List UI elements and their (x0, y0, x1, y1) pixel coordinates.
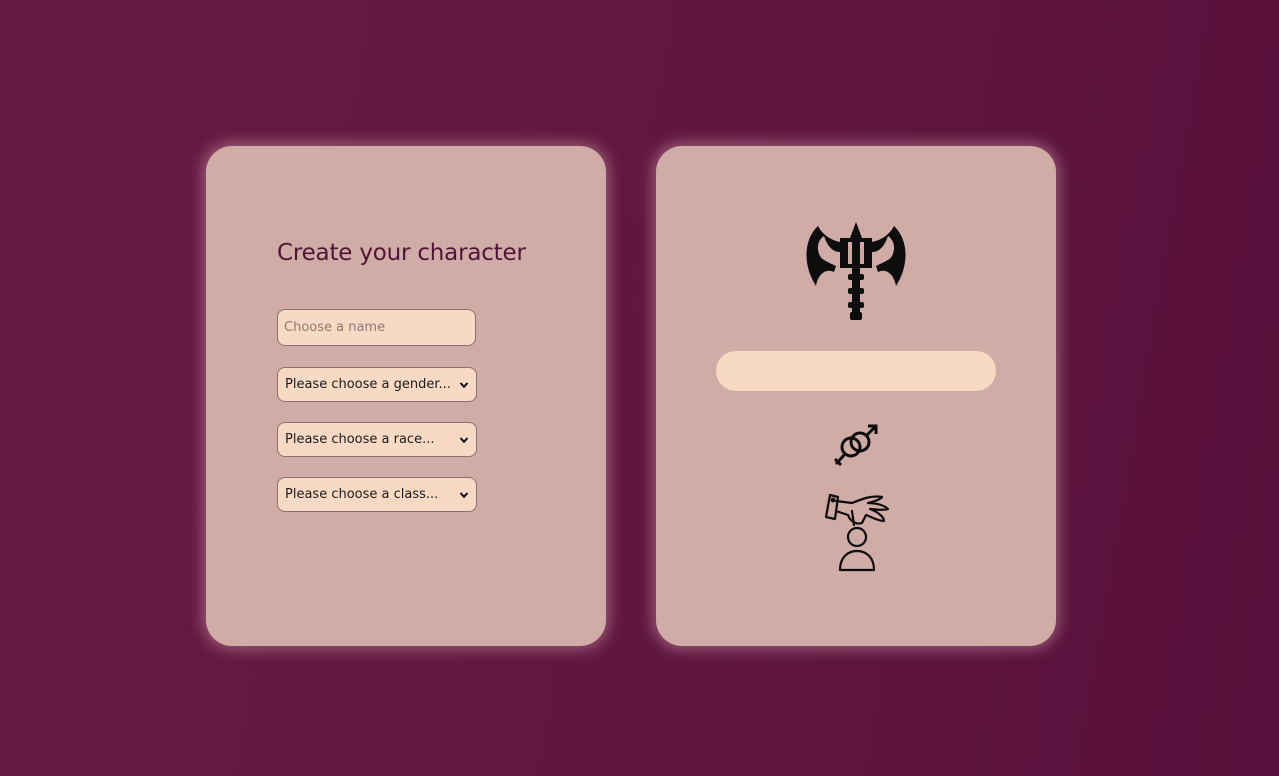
class-figure-icon (824, 493, 890, 572)
gender-select[interactable]: Please choose a gender... (277, 367, 477, 402)
race-select[interactable]: Please choose a race... (277, 422, 477, 457)
character-name-display (716, 351, 996, 391)
form-title: Create your character (277, 240, 526, 266)
chevron-down-icon (459, 381, 469, 388)
character-preview-card (656, 146, 1056, 646)
gender-symbol-icon (833, 424, 878, 467)
chevron-down-icon (459, 491, 469, 498)
battle-axe-icon (806, 222, 906, 320)
gender-select-value: Please choose a gender... (285, 377, 451, 392)
chevron-down-icon (459, 436, 469, 443)
class-select-value: Please choose a class... (285, 487, 439, 502)
character-form-card: Create your character Please choose a ge… (206, 146, 606, 646)
character-name-input[interactable] (277, 309, 476, 346)
class-select[interactable]: Please choose a class... (277, 477, 477, 512)
race-select-value: Please choose a race... (285, 432, 435, 447)
